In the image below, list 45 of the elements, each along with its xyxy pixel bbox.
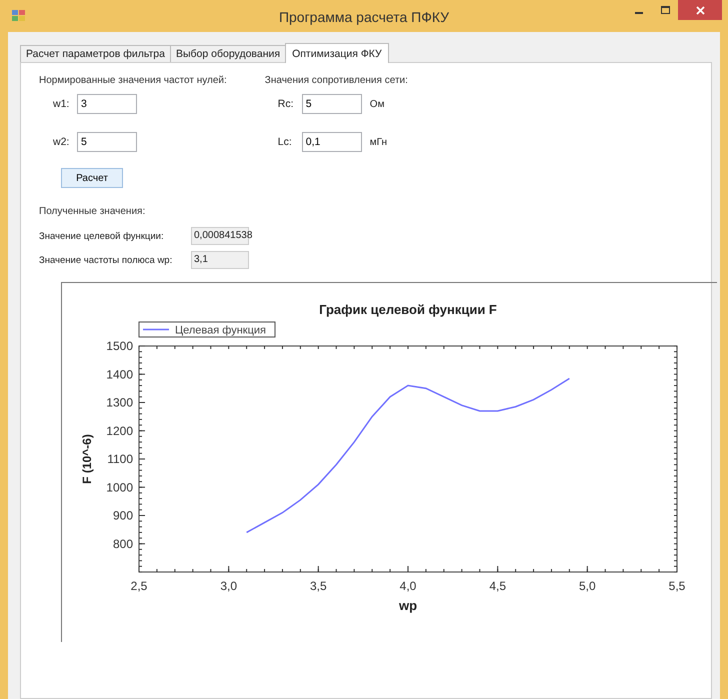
x-tick-label: 2,5 [130, 579, 148, 593]
x-tick-label: 3,5 [310, 579, 327, 593]
x-tick-label: 4,5 [489, 579, 506, 593]
y-tick-label: 1100 [107, 452, 133, 466]
field-label: Lc: [278, 136, 293, 148]
group-label: Нормированные значения частот нулей: [39, 75, 227, 86]
y-axis-label: F (10^-6) [80, 434, 94, 484]
y-tick-label: 1400 [106, 367, 133, 382]
input-field[interactable]: 3 [77, 94, 137, 114]
result-field[interactable]: 3,1 [191, 251, 249, 269]
input-field[interactable]: 0,1 [302, 132, 362, 152]
calculate-button[interactable]: Расчет [61, 168, 123, 188]
result-label: Значение частоты полюса wp: [39, 254, 174, 266]
unit-label: мГн [370, 136, 388, 148]
field-label: w1: [53, 98, 70, 110]
legend-label: Целевая функция [175, 324, 266, 336]
input-field[interactable]: 5 [77, 132, 137, 152]
maximize-icon [660, 6, 670, 14]
window-title: Программа расчета ПФКУ [278, 9, 450, 25]
y-tick-label: 1500 [106, 339, 133, 353]
y-tick-label: 1000 [106, 480, 133, 494]
x-tick-label: 5,0 [579, 579, 596, 593]
app-icon [12, 10, 26, 22]
unit-label: Ом [370, 98, 384, 110]
tab[interactable]: Расчет параметров фильтра [20, 45, 171, 62]
results-label: Полученные значения: [39, 206, 146, 217]
field-label: w2: [53, 136, 70, 148]
field-label: Rc: [278, 98, 295, 110]
y-tick-label: 1300 [106, 396, 133, 410]
chart-title: График целевой функции F [319, 302, 497, 317]
close-button[interactable] [678, 0, 722, 20]
tab[interactable]: Оптимизация ФКУ [285, 43, 389, 63]
y-tick-label: 800 [112, 536, 133, 551]
y-tick-label: 1200 [106, 424, 133, 438]
result-label: Значение целевой функции: [39, 230, 165, 242]
x-tick-label: 3,0 [220, 579, 237, 593]
close-icon [696, 6, 704, 14]
tab[interactable]: Выбор оборудования [170, 45, 286, 62]
group-label: Значения сопротивления сети: [264, 75, 408, 86]
input-field[interactable]: 5 [302, 94, 362, 114]
x-tick-label: 4,0 [400, 579, 416, 593]
x-axis-label: wp [398, 598, 418, 613]
x-tick-label: 5,5 [668, 579, 686, 593]
y-tick-label: 900 [112, 508, 133, 522]
chart-legend: Целевая функция [138, 322, 276, 338]
